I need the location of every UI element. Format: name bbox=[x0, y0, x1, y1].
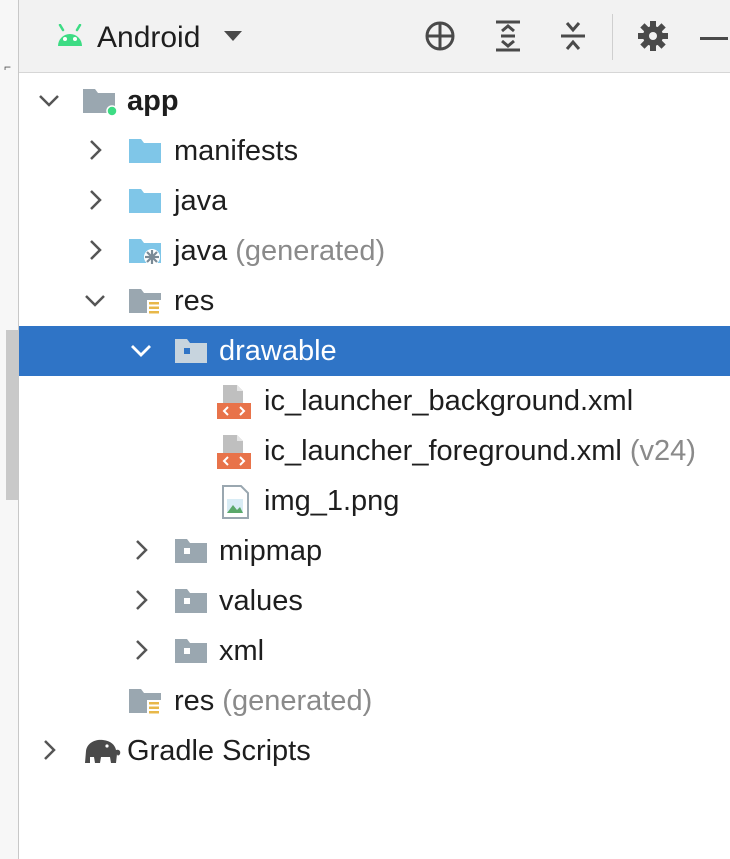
tree-node-values[interactable]: values bbox=[19, 576, 730, 626]
tree-label-text: res bbox=[174, 685, 215, 717]
minimize-icon bbox=[698, 29, 728, 47]
project-view-label: Android bbox=[97, 21, 201, 54]
gradle-elephant-icon bbox=[81, 735, 121, 767]
tree-node-app[interactable]: app bbox=[19, 76, 730, 126]
expand-all-button[interactable] bbox=[490, 20, 526, 56]
collapse-all-icon bbox=[558, 19, 588, 58]
xml-file-icon bbox=[217, 435, 253, 469]
toolbar-separator bbox=[612, 14, 613, 60]
tree-label: xml bbox=[219, 635, 265, 667]
tree-label: res (generated) bbox=[174, 684, 372, 718]
expand-all-icon bbox=[493, 19, 523, 58]
tree-node-java[interactable]: java bbox=[19, 176, 730, 226]
tree-node-res[interactable]: res bbox=[19, 276, 730, 326]
tree-label: Gradle Scripts bbox=[127, 735, 311, 767]
dropdown-arrow-icon bbox=[222, 29, 244, 48]
tree-label: res bbox=[174, 285, 215, 317]
tree-node-file-background[interactable]: ic_launcher_background.xml bbox=[19, 376, 730, 426]
module-folder-icon bbox=[81, 85, 118, 117]
left-window-edge: ⌐ bbox=[0, 0, 19, 859]
folder-icon bbox=[173, 535, 209, 567]
android-icon bbox=[55, 23, 85, 53]
xml-file-icon bbox=[217, 385, 253, 419]
tree-node-gradle-scripts[interactable]: Gradle Scripts bbox=[19, 726, 730, 776]
tree-node-file-foreground[interactable]: ic_launcher_foreground.xml (v24) bbox=[19, 426, 730, 476]
generated-suffix: (generated) bbox=[235, 235, 386, 267]
left-scrollbar-thumb[interactable] bbox=[6, 330, 18, 500]
folder-icon bbox=[127, 135, 163, 167]
image-file-icon bbox=[221, 485, 257, 519]
folder-icon bbox=[173, 335, 209, 367]
minimize-button[interactable] bbox=[698, 20, 728, 56]
tree-label: manifests bbox=[174, 135, 299, 167]
settings-button[interactable] bbox=[635, 20, 671, 56]
locate-icon bbox=[423, 19, 457, 58]
tree-label-text: java bbox=[174, 235, 228, 267]
folder-icon bbox=[173, 585, 209, 617]
tree-label: java bbox=[174, 185, 228, 217]
tree-label: drawable bbox=[219, 335, 337, 367]
folder-icon bbox=[127, 185, 163, 217]
generated-suffix: (generated) bbox=[222, 685, 373, 717]
chevron-right-icon[interactable] bbox=[83, 238, 107, 262]
chevron-right-icon[interactable] bbox=[129, 638, 153, 662]
qualifier-suffix: (v24) bbox=[629, 435, 696, 467]
chevron-down-icon[interactable] bbox=[37, 88, 61, 112]
tree-label: java (generated) bbox=[174, 234, 385, 268]
chevron-down-icon[interactable] bbox=[129, 338, 153, 362]
chevron-right-icon[interactable] bbox=[83, 188, 107, 212]
tree-node-manifests[interactable]: manifests bbox=[19, 126, 730, 176]
locate-button[interactable] bbox=[422, 20, 458, 56]
tree-label: img_1.png bbox=[264, 485, 400, 517]
chevron-right-icon[interactable] bbox=[129, 538, 153, 562]
tree-label-text: ic_launcher_foreground.xml bbox=[264, 435, 622, 467]
tree-label: mipmap bbox=[219, 535, 323, 567]
tree-label: ic_launcher_background.xml bbox=[264, 385, 634, 417]
gear-icon bbox=[637, 20, 669, 57]
project-view-selector[interactable]: Android bbox=[55, 18, 244, 58]
chevron-right-icon[interactable] bbox=[37, 738, 61, 762]
tree-label: app bbox=[127, 85, 179, 117]
folder-icon bbox=[173, 635, 209, 667]
chevron-right-icon[interactable] bbox=[129, 588, 153, 612]
tree-node-mipmap[interactable]: mipmap bbox=[19, 526, 730, 576]
generated-folder-icon bbox=[127, 235, 163, 267]
edge-glyph: ⌐ bbox=[4, 60, 12, 74]
collapse-all-button[interactable] bbox=[555, 20, 591, 56]
resources-folder-icon bbox=[127, 285, 163, 317]
tree-node-java-generated[interactable]: java (generated) bbox=[19, 226, 730, 276]
chevron-down-icon[interactable] bbox=[83, 288, 107, 312]
tree-node-file-image[interactable]: img_1.png bbox=[19, 476, 730, 526]
tree-node-drawable[interactable]: drawable bbox=[19, 326, 730, 376]
resources-folder-icon bbox=[127, 685, 163, 717]
tree-label: ic_launcher_foreground.xml (v24) bbox=[264, 434, 696, 468]
project-tree: app manifests java java (generated) res … bbox=[19, 76, 730, 776]
tree-node-res-generated[interactable]: res (generated) bbox=[19, 676, 730, 726]
tree-label: values bbox=[219, 585, 303, 617]
tree-node-xml[interactable]: xml bbox=[19, 626, 730, 676]
chevron-right-icon[interactable] bbox=[83, 138, 107, 162]
project-toolbar: Android bbox=[19, 0, 730, 73]
